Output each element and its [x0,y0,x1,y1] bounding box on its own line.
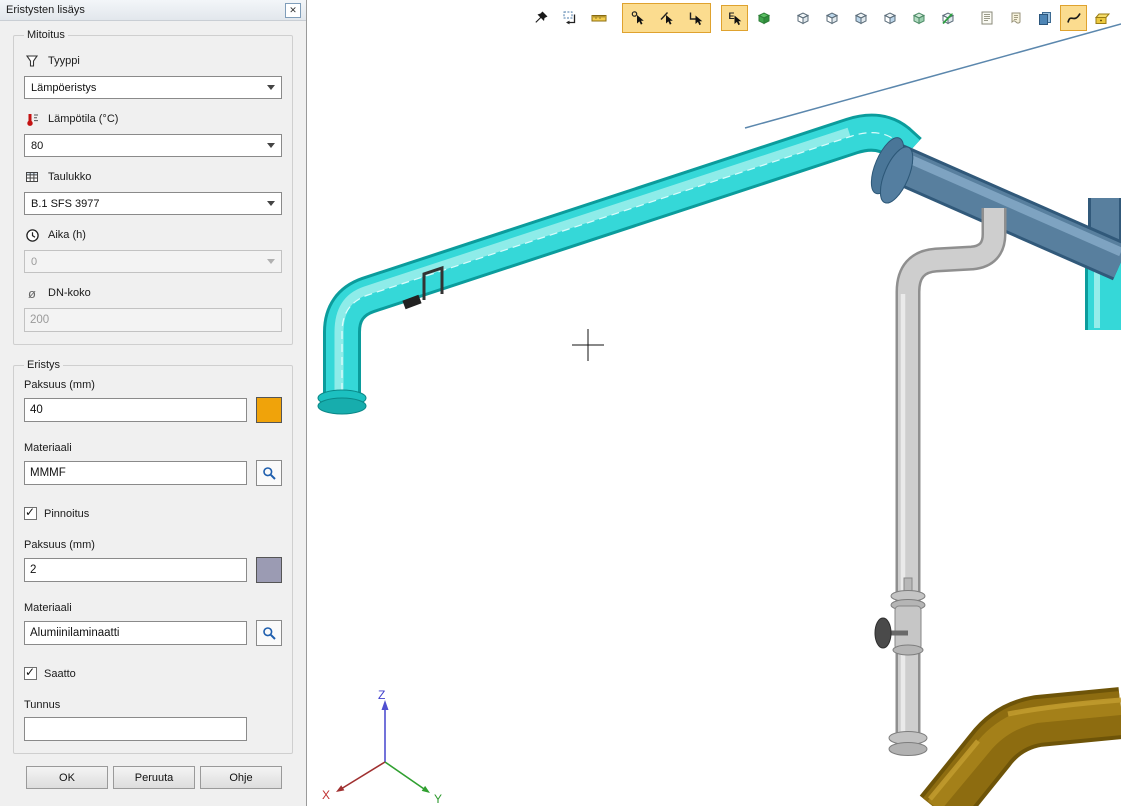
pinnoitus-row[interactable]: Pinnoitus [24,507,282,520]
element-select-icon[interactable]: E [721,5,748,31]
lampotila-combobox[interactable]: 80 [24,134,282,157]
crosshair-cursor [572,329,604,361]
pipe-selected-cyan[interactable] [318,132,909,414]
toolbar-group-snap [622,3,711,33]
selection-guide-line [745,24,1121,128]
dialog-title: Eristysten lisäys [6,4,85,16]
materiaali-input[interactable] [24,461,247,485]
pinnoitus-materiaali-label: Materiaali [24,602,282,614]
toolbar-group-select: E [719,3,779,33]
pipe-brown[interactable] [930,700,1121,806]
group-eristys-legend: Eristys [24,359,63,371]
saatto-checkbox[interactable] [24,667,37,680]
pinnoitus-checkbox[interactable] [24,507,37,520]
taulukko-label: Taulukko [48,171,91,183]
notes-icon[interactable] [973,5,1000,31]
chevron-down-icon [267,143,275,148]
scroll-icon[interactable] [1002,5,1029,31]
filter-icon [24,53,40,69]
chevron-down-icon [267,85,275,90]
cube-arrow-icon[interactable] [934,5,961,31]
drawer-icon[interactable] [1089,5,1116,31]
thermometer-icon [24,111,40,127]
insulation-color-swatch[interactable] [256,397,282,423]
lampotila-value: 80 [31,140,43,152]
saatto-label: Saatto [44,668,76,680]
group-mitoitus: Mitoitus Tyyppi Lämpöeristys Lämpötila (… [13,29,293,345]
viewport-toolbar: E [525,3,1118,33]
cube-wireframe-icon-4[interactable] [876,5,903,31]
insulation-dialog: Eristysten lisäys ✕ Mitoitus Tyyppi Lämp… [0,0,307,806]
tunnus-label: Tunnus [24,699,282,711]
chevron-down-icon [267,201,275,206]
tyyppi-label: Tyyppi [48,55,80,67]
toolbar-group-view-modes [787,3,963,33]
pinnoitus-materiaali-input[interactable] [24,621,247,645]
saatto-row[interactable]: Saatto [24,667,282,680]
cube-wireframe-icon-2[interactable] [818,5,845,31]
paksuus-input[interactable] [24,398,247,422]
viewport-canvas[interactable]: Z X Y [308,0,1121,806]
tunnus-input[interactable] [24,717,247,741]
materiaali-label: Materiaali [24,442,282,454]
paksuus-label: Paksuus (mm) [24,379,282,391]
chevron-down-icon [267,259,275,264]
spline-icon[interactable] [1060,5,1087,31]
tyyppi-value: Lämpöeristys [31,82,96,94]
aika-value: 0 [31,256,37,268]
valve-handwheel[interactable] [875,618,891,648]
dn-input [24,308,282,332]
table-icon [24,169,40,185]
measure-transform-icon[interactable] [556,5,583,31]
axis-label-y: Y [434,792,442,806]
cube-shaded-icon[interactable] [905,5,932,31]
toolbar-group-docs [971,3,1118,33]
taulukko-value: B.1 SFS 3977 [31,198,100,210]
axis-triad: Z X Y [322,688,442,806]
coating-color-swatch[interactable] [256,557,282,583]
solid-cube-icon[interactable] [750,5,777,31]
axis-label-z: Z [378,688,385,702]
valve-small[interactable] [404,299,420,305]
svg-text:E: E [728,11,734,21]
perpendicular-snap-icon[interactable] [682,5,709,31]
pipe-gray[interactable] [875,208,994,756]
pin-icon[interactable] [527,5,554,31]
toolbar-group-general [525,3,614,33]
ok-button[interactable]: OK [26,766,108,789]
pinnoitus-label: Pinnoitus [44,508,89,520]
diameter-icon: ø [24,285,40,301]
slope-snap-icon[interactable] [653,5,680,31]
clock-icon [24,227,40,243]
search-icon [262,466,277,481]
cube-wireframe-icon-1[interactable] [789,5,816,31]
help-button[interactable]: Ohje [200,766,282,789]
pinnoitus-materiaali-search-button[interactable] [256,620,282,646]
search-icon [262,626,277,641]
pinnoitus-paksuus-label: Paksuus (mm) [24,539,282,551]
ruler-icon[interactable] [585,5,612,31]
cube-wireframe-icon-3[interactable] [847,5,874,31]
dialog-titlebar[interactable]: Eristysten lisäys ✕ [0,0,306,21]
group-eristys: Eristys Paksuus (mm) Materiaali Pinnoitu… [13,359,293,754]
aika-combobox: 0 [24,250,282,273]
3d-scene[interactable]: Z X Y [308,0,1121,806]
tyyppi-combobox[interactable]: Lämpöeristys [24,76,282,99]
group-mitoitus-legend: Mitoitus [24,29,68,41]
axis-label-x: X [322,788,330,802]
aika-label: Aika (h) [48,229,86,241]
angle-snap-icon[interactable] [624,5,651,31]
layers-icon[interactable] [1031,5,1058,31]
taulukko-combobox[interactable]: B.1 SFS 3977 [24,192,282,215]
lampotila-label: Lämpötila (°C) [48,113,118,125]
pinnoitus-paksuus-input[interactable] [24,558,247,582]
close-icon[interactable]: ✕ [285,3,301,18]
dn-label: DN-koko [48,287,91,299]
cancel-button[interactable]: Peruuta [113,766,195,789]
materiaali-search-button[interactable] [256,460,282,486]
